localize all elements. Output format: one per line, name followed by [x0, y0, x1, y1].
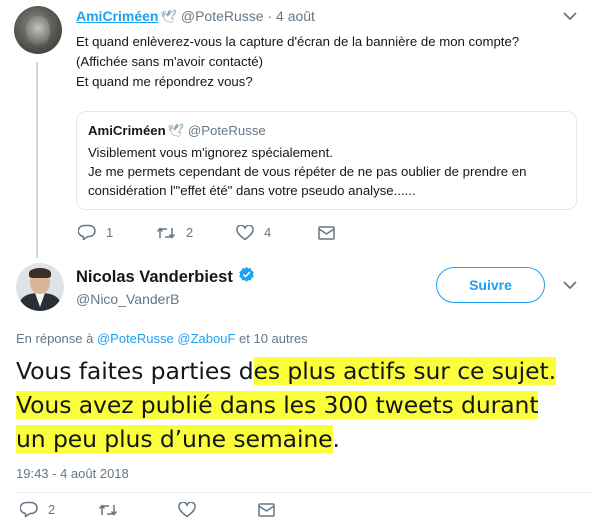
heart-icon [236, 224, 254, 240]
reply-count: 2 [48, 502, 56, 517]
tweet-text: Et quand enlèverez-vous la capture d'écr… [76, 32, 519, 92]
text-segment: . [332, 425, 340, 453]
tweet-poterusse[interactable]: AmiCriméen 🕊 @PoteRusse · 4 août Et quand… [0, 0, 610, 255]
highlighted-text: un peu plus d’une semaine [16, 425, 333, 453]
tweet-text-line: Vous faites parties des plus actifs sur … [16, 354, 556, 388]
quoted-tweet-text: Visiblement vous m'ignorez spécialement.… [88, 143, 568, 200]
text-segment: Vous faites parties d [16, 357, 254, 385]
avatar[interactable] [16, 263, 64, 311]
quoted-text-line: considération l'"effet été" dans votre p… [88, 183, 416, 198]
user-handle[interactable]: @PoteRusse [181, 8, 264, 24]
retweet-button[interactable]: 2 [156, 225, 236, 241]
chevron-down-icon[interactable] [563, 12, 577, 21]
quoted-text-line: Visiblement vous m'ignorez spécialement. [88, 145, 333, 160]
tweet-text-line: (Affichée sans m'avoir contacté) [76, 54, 263, 69]
highlighted-text: es plus actifs sur ce sujet. [253, 357, 556, 385]
retweet-count: 2 [186, 225, 194, 240]
reply-button[interactable]: 2 [20, 501, 98, 518]
tweet-actions: 2 [20, 501, 275, 518]
tweet-text-line: Vous avez publié dans les 300 tweets dur… [16, 388, 556, 422]
tweet-header: AmiCriméen 🕊 @PoteRusse · 4 août [76, 8, 315, 25]
reply-others[interactable]: et 10 autres [239, 331, 308, 346]
tweet-date[interactable]: · 4 août [267, 8, 314, 24]
heart-icon [178, 501, 196, 517]
like-button[interactable]: 4 [236, 224, 318, 241]
reply-prefix: En réponse à [16, 331, 94, 346]
verified-badge-icon [238, 266, 255, 288]
author-name[interactable]: Nicolas Vanderbiest [76, 266, 255, 288]
direct-message-button[interactable] [318, 225, 335, 240]
quoted-text-line: Je me permets cependant de vous répéter … [88, 164, 527, 179]
tweet-actions: 1 2 4 [78, 224, 335, 241]
tweet-text-line: un peu plus d’une semaine. [16, 422, 556, 456]
reply-icon [78, 224, 96, 241]
tweet-text-line: Et quand me répondrez vous? [76, 74, 253, 89]
retweet-icon [98, 503, 118, 516]
avatar-hair [29, 268, 51, 278]
follow-button[interactable]: Suivre [436, 267, 545, 303]
highlighted-text: Vous avez publié dans les 300 tweets dur… [16, 391, 539, 419]
retweet-icon [156, 226, 176, 239]
envelope-icon [258, 502, 275, 517]
retweet-button[interactable] [98, 502, 178, 518]
like-count: 4 [264, 225, 272, 240]
quoted-display-name: AmiCriméen [88, 123, 166, 138]
tweet-text: Vous faites parties des plus actifs sur … [16, 354, 556, 456]
quoted-user-handle: @PoteRusse [187, 123, 266, 138]
dove-icon: 🕊 [160, 9, 177, 24]
avatar[interactable] [14, 6, 62, 54]
tweet-timestamp[interactable]: 19:43 - 4 août 2018 [16, 466, 129, 481]
display-name[interactable]: Nicolas Vanderbiest [76, 268, 233, 287]
reply-context: En réponse à @PoteRusse @ZabouF et 10 au… [16, 331, 308, 346]
user-handle[interactable]: @Nico_VanderB [76, 291, 179, 307]
direct-message-button[interactable] [258, 502, 275, 517]
divider [16, 492, 591, 493]
mention-link[interactable]: @PoteRusse [97, 331, 174, 346]
display-name-link[interactable]: AmiCriméen [76, 8, 158, 24]
reply-button[interactable]: 1 [78, 224, 156, 241]
envelope-icon [318, 225, 335, 240]
chevron-down-icon[interactable] [563, 281, 577, 290]
mention-link[interactable]: @ZabouF [177, 331, 235, 346]
like-button[interactable] [178, 501, 258, 518]
tweet-text-line: Et quand enlèverez-vous la capture d'écr… [76, 34, 520, 49]
reply-icon [20, 501, 38, 518]
quoted-tweet-header: AmiCriméen 🕊 @PoteRusse [88, 123, 266, 139]
reply-count: 1 [106, 225, 114, 240]
dove-icon: 🕊 [167, 123, 185, 138]
quoted-tweet[interactable]: AmiCriméen 🕊 @PoteRusse Visiblement vous … [76, 111, 577, 210]
